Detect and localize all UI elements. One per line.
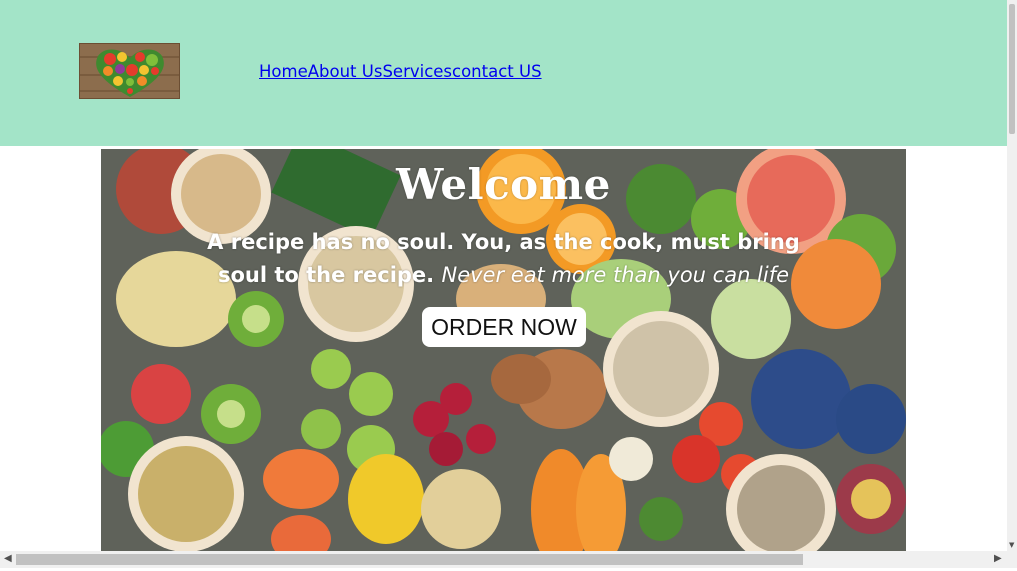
- horizontal-scrollbar[interactable]: ◀ ▶: [0, 551, 1017, 568]
- scroll-down-arrow-icon[interactable]: ▼: [1009, 541, 1014, 549]
- horizontal-scroll-thumb[interactable]: [16, 554, 803, 565]
- scroll-right-arrow-icon[interactable]: ▶: [994, 553, 1002, 564]
- main-nav: HomeAbout UsServicescontact US: [259, 62, 542, 81]
- hero-subtitle: A recipe has no soul. You, as the cook, …: [200, 226, 807, 292]
- nav-contact-link[interactable]: contact US: [452, 62, 542, 81]
- hero-banner: [101, 149, 906, 551]
- nav-home-link[interactable]: Home: [259, 62, 308, 81]
- nav-about-link[interactable]: About Us: [308, 62, 383, 81]
- hero-quote-text: Never eat more than you can life: [441, 263, 790, 287]
- scroll-left-arrow-icon[interactable]: ◀: [4, 553, 12, 564]
- page-viewport: HomeAbout UsServicescontact US Welcome A…: [0, 0, 1017, 571]
- order-now-button[interactable]: ORDER NOW: [422, 307, 586, 347]
- fruits-vegetables-photo-icon: [101, 149, 906, 551]
- heart-vegetables-logo-icon[interactable]: [79, 43, 180, 99]
- nav-services-link[interactable]: Services: [382, 62, 452, 81]
- site-header: HomeAbout UsServicescontact US: [0, 0, 1007, 146]
- vertical-scrollbar[interactable]: ▼: [1007, 0, 1017, 551]
- vertical-scroll-thumb[interactable]: [1009, 4, 1015, 134]
- hero-title: Welcome: [396, 160, 611, 209]
